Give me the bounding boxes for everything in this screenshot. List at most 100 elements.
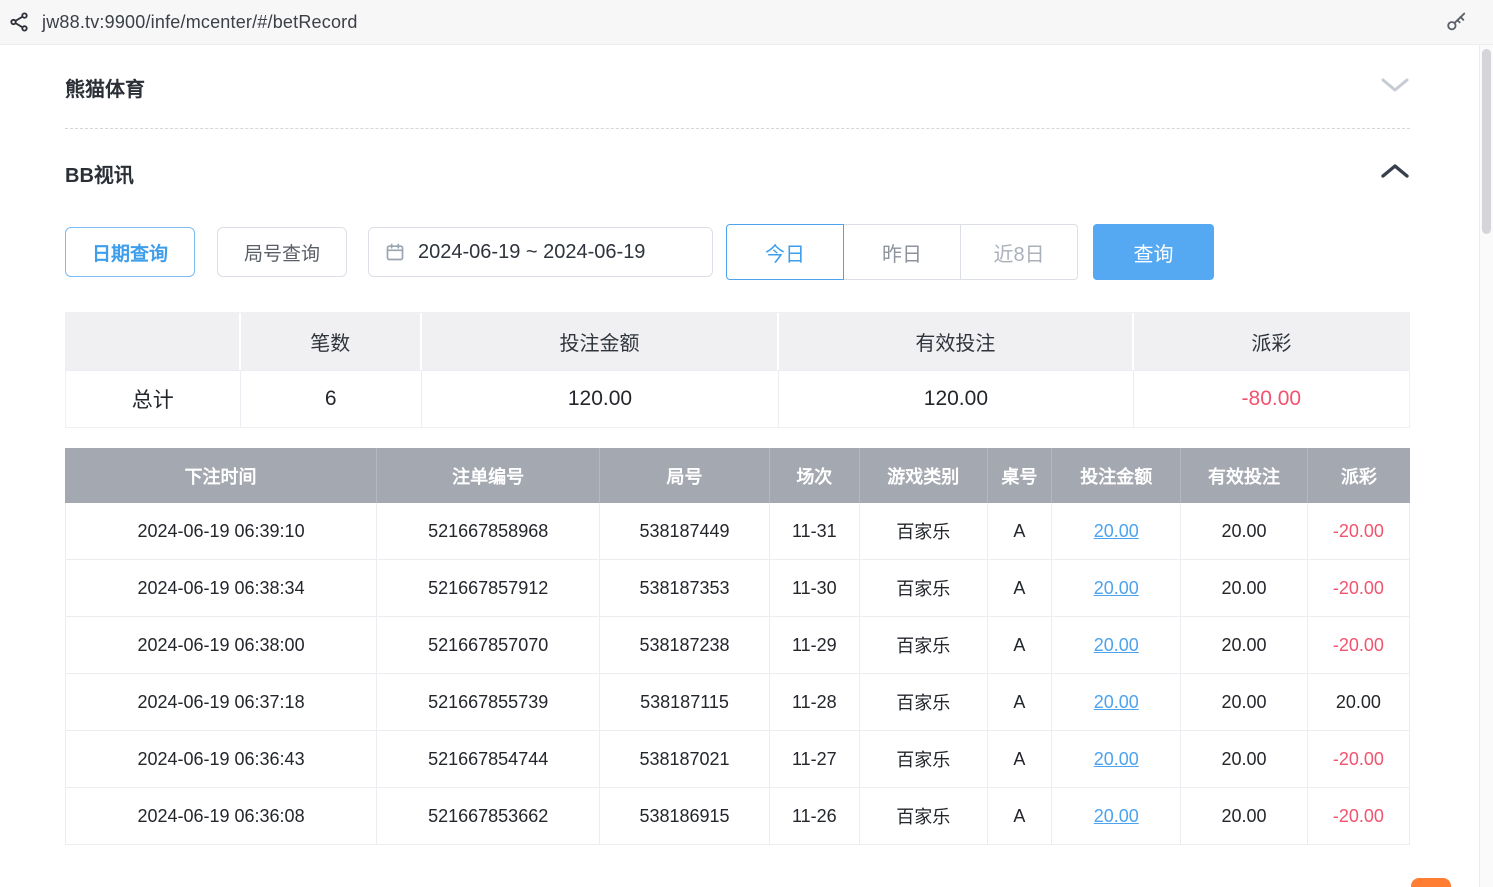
cell-bet-time: 2024-06-19 06:36:43 — [65, 731, 377, 788]
col-header-payout: 派彩 — [1308, 448, 1410, 503]
table-row: 2024-06-19 06:37:18 521667855739 5381871… — [65, 674, 1410, 731]
cell-valid-bet: 20.00 — [1181, 731, 1307, 788]
bet-amount-link[interactable]: 20.00 — [1094, 635, 1139, 655]
bet-amount-link[interactable]: 20.00 — [1094, 806, 1139, 826]
cell-bet-time: 2024-06-19 06:38:00 — [65, 617, 377, 674]
cell-bet-time: 2024-06-19 06:39:10 — [65, 503, 377, 560]
date-range-value: 2024-06-19 ~ 2024-06-19 — [418, 241, 645, 264]
summary-count-value: 6 — [241, 370, 422, 427]
cell-table-no: A — [988, 617, 1053, 674]
section-header-bb[interactable]: BB视讯 — [65, 159, 1410, 188]
cell-round-no: 538187449 — [600, 503, 769, 560]
col-header-bet-time: 下注时间 — [65, 448, 377, 503]
summary-header-bet-amount: 投注金额 — [422, 313, 779, 370]
share-icon[interactable] — [8, 11, 30, 33]
bet-amount-link[interactable]: 20.00 — [1094, 692, 1139, 712]
summary-header-count: 笔数 — [241, 313, 422, 370]
cell-valid-bet: 20.00 — [1181, 503, 1307, 560]
summary-valid-bet-value: 120.00 — [779, 370, 1134, 427]
cell-table-no: A — [988, 503, 1053, 560]
cell-game-type: 百家乐 — [860, 617, 988, 674]
browser-url-bar: jw88.tv:9900/infe/mcenter/#/betRecord — [0, 0, 1493, 45]
quick-range-today[interactable]: 今日 — [726, 224, 844, 280]
summary-bet-amount-value: 120.00 — [422, 370, 779, 427]
bet-table-header-row: 下注时间 注单编号 局号 场次 游戏类别 桌号 投注金额 有效投注 派彩 — [65, 448, 1410, 503]
date-range-input[interactable]: 2024-06-19 ~ 2024-06-19 — [368, 227, 713, 277]
bet-records-table: 下注时间 注单编号 局号 场次 游戏类别 桌号 投注金额 有效投注 派彩 202… — [65, 448, 1410, 845]
summary-header-payout: 派彩 — [1134, 313, 1409, 370]
cell-payout: -20.00 — [1308, 788, 1410, 845]
quick-range-last8days[interactable]: 近8日 — [960, 224, 1078, 280]
cell-round-no: 538187115 — [600, 674, 769, 731]
cell-bet-time: 2024-06-19 06:36:08 — [65, 788, 377, 845]
section-panda-sports: 熊猫体育 — [65, 45, 1410, 128]
cell-round-no: 538187353 — [600, 560, 769, 617]
cell-order-no: 521667858968 — [377, 503, 600, 560]
col-header-round-no: 局号 — [600, 448, 769, 503]
cell-bet-time: 2024-06-19 06:38:34 — [65, 560, 377, 617]
cell-payout: -20.00 — [1308, 503, 1410, 560]
quick-range-group: 今日 昨日 近8日 — [726, 224, 1078, 280]
cell-session: 11-26 — [770, 788, 860, 845]
cell-game-type: 百家乐 — [860, 503, 988, 560]
col-header-game-type: 游戏类别 — [860, 448, 988, 503]
table-row: 2024-06-19 06:36:43 521667854744 5381870… — [65, 731, 1410, 788]
cell-round-no: 538186915 — [600, 788, 769, 845]
quick-range-yesterday[interactable]: 昨日 — [843, 224, 961, 280]
scrollbar-thumb[interactable] — [1482, 49, 1491, 234]
key-icon[interactable] — [1445, 11, 1467, 33]
floating-widget[interactable] — [1411, 878, 1451, 887]
summary-header-valid-bet: 有效投注 — [779, 313, 1134, 370]
summary-header-row: 笔数 投注金额 有效投注 派彩 — [66, 313, 1409, 370]
summary-table: 笔数 投注金额 有效投注 派彩 总计 6 120.00 120.00 -80.0… — [65, 312, 1410, 428]
cell-table-no: A — [988, 674, 1053, 731]
col-header-order-no: 注单编号 — [377, 448, 600, 503]
cell-session: 11-27 — [770, 731, 860, 788]
calendar-icon — [385, 242, 405, 262]
table-row: 2024-06-19 06:38:34 521667857912 5381873… — [65, 560, 1410, 617]
section-title-panda: 熊猫体育 — [65, 73, 145, 102]
section-title-bb: BB视讯 — [65, 159, 134, 188]
section-header-panda[interactable]: 熊猫体育 — [65, 73, 1410, 102]
cell-order-no: 521667855739 — [377, 674, 600, 731]
bet-amount-link[interactable]: 20.00 — [1094, 521, 1139, 541]
search-button[interactable]: 查询 — [1093, 224, 1214, 280]
cell-payout: -20.00 — [1308, 731, 1410, 788]
cell-valid-bet: 20.00 — [1181, 560, 1307, 617]
cell-session: 11-30 — [770, 560, 860, 617]
cell-table-no: A — [988, 788, 1053, 845]
col-header-bet-amount: 投注金额 — [1052, 448, 1181, 503]
cell-game-type: 百家乐 — [860, 674, 988, 731]
cell-session: 11-28 — [770, 674, 860, 731]
cell-table-no: A — [988, 560, 1053, 617]
summary-header-blank — [66, 313, 241, 370]
tab-round-query[interactable]: 局号查询 — [217, 227, 347, 277]
tab-date-query[interactable]: 日期查询 — [65, 227, 195, 277]
cell-valid-bet: 20.00 — [1181, 788, 1307, 845]
col-header-table-no: 桌号 — [988, 448, 1053, 503]
cell-table-no: A — [988, 731, 1053, 788]
cell-bet-time: 2024-06-19 06:37:18 — [65, 674, 377, 731]
cell-payout: 20.00 — [1308, 674, 1410, 731]
filter-row: 日期查询 局号查询 2024-06-19 ~ 2024-06-19 今日 昨日 — [65, 224, 1410, 280]
cell-payout: -20.00 — [1308, 617, 1410, 674]
summary-total-label: 总计 — [66, 370, 241, 427]
bet-amount-link[interactable]: 20.00 — [1094, 578, 1139, 598]
cell-session: 11-29 — [770, 617, 860, 674]
cell-order-no: 521667857070 — [377, 617, 600, 674]
vertical-scrollbar — [1479, 45, 1493, 887]
chevron-up-icon[interactable] — [1380, 162, 1410, 185]
col-header-session: 场次 — [770, 448, 860, 503]
table-row: 2024-06-19 06:38:00 521667857070 5381872… — [65, 617, 1410, 674]
cell-game-type: 百家乐 — [860, 731, 988, 788]
cell-order-no: 521667853662 — [377, 788, 600, 845]
cell-payout: -20.00 — [1308, 560, 1410, 617]
section-bb-video: BB视讯 日期查询 局号查询 2024-0 — [65, 129, 1410, 845]
cell-game-type: 百家乐 — [860, 788, 988, 845]
address-bar-url[interactable]: jw88.tv:9900/infe/mcenter/#/betRecord — [42, 12, 358, 33]
chevron-down-icon[interactable] — [1380, 76, 1410, 99]
bet-amount-link[interactable]: 20.00 — [1094, 749, 1139, 769]
summary-total-row: 总计 6 120.00 120.00 -80.00 — [66, 370, 1409, 427]
cell-valid-bet: 20.00 — [1181, 617, 1307, 674]
col-header-valid-bet: 有效投注 — [1181, 448, 1307, 503]
